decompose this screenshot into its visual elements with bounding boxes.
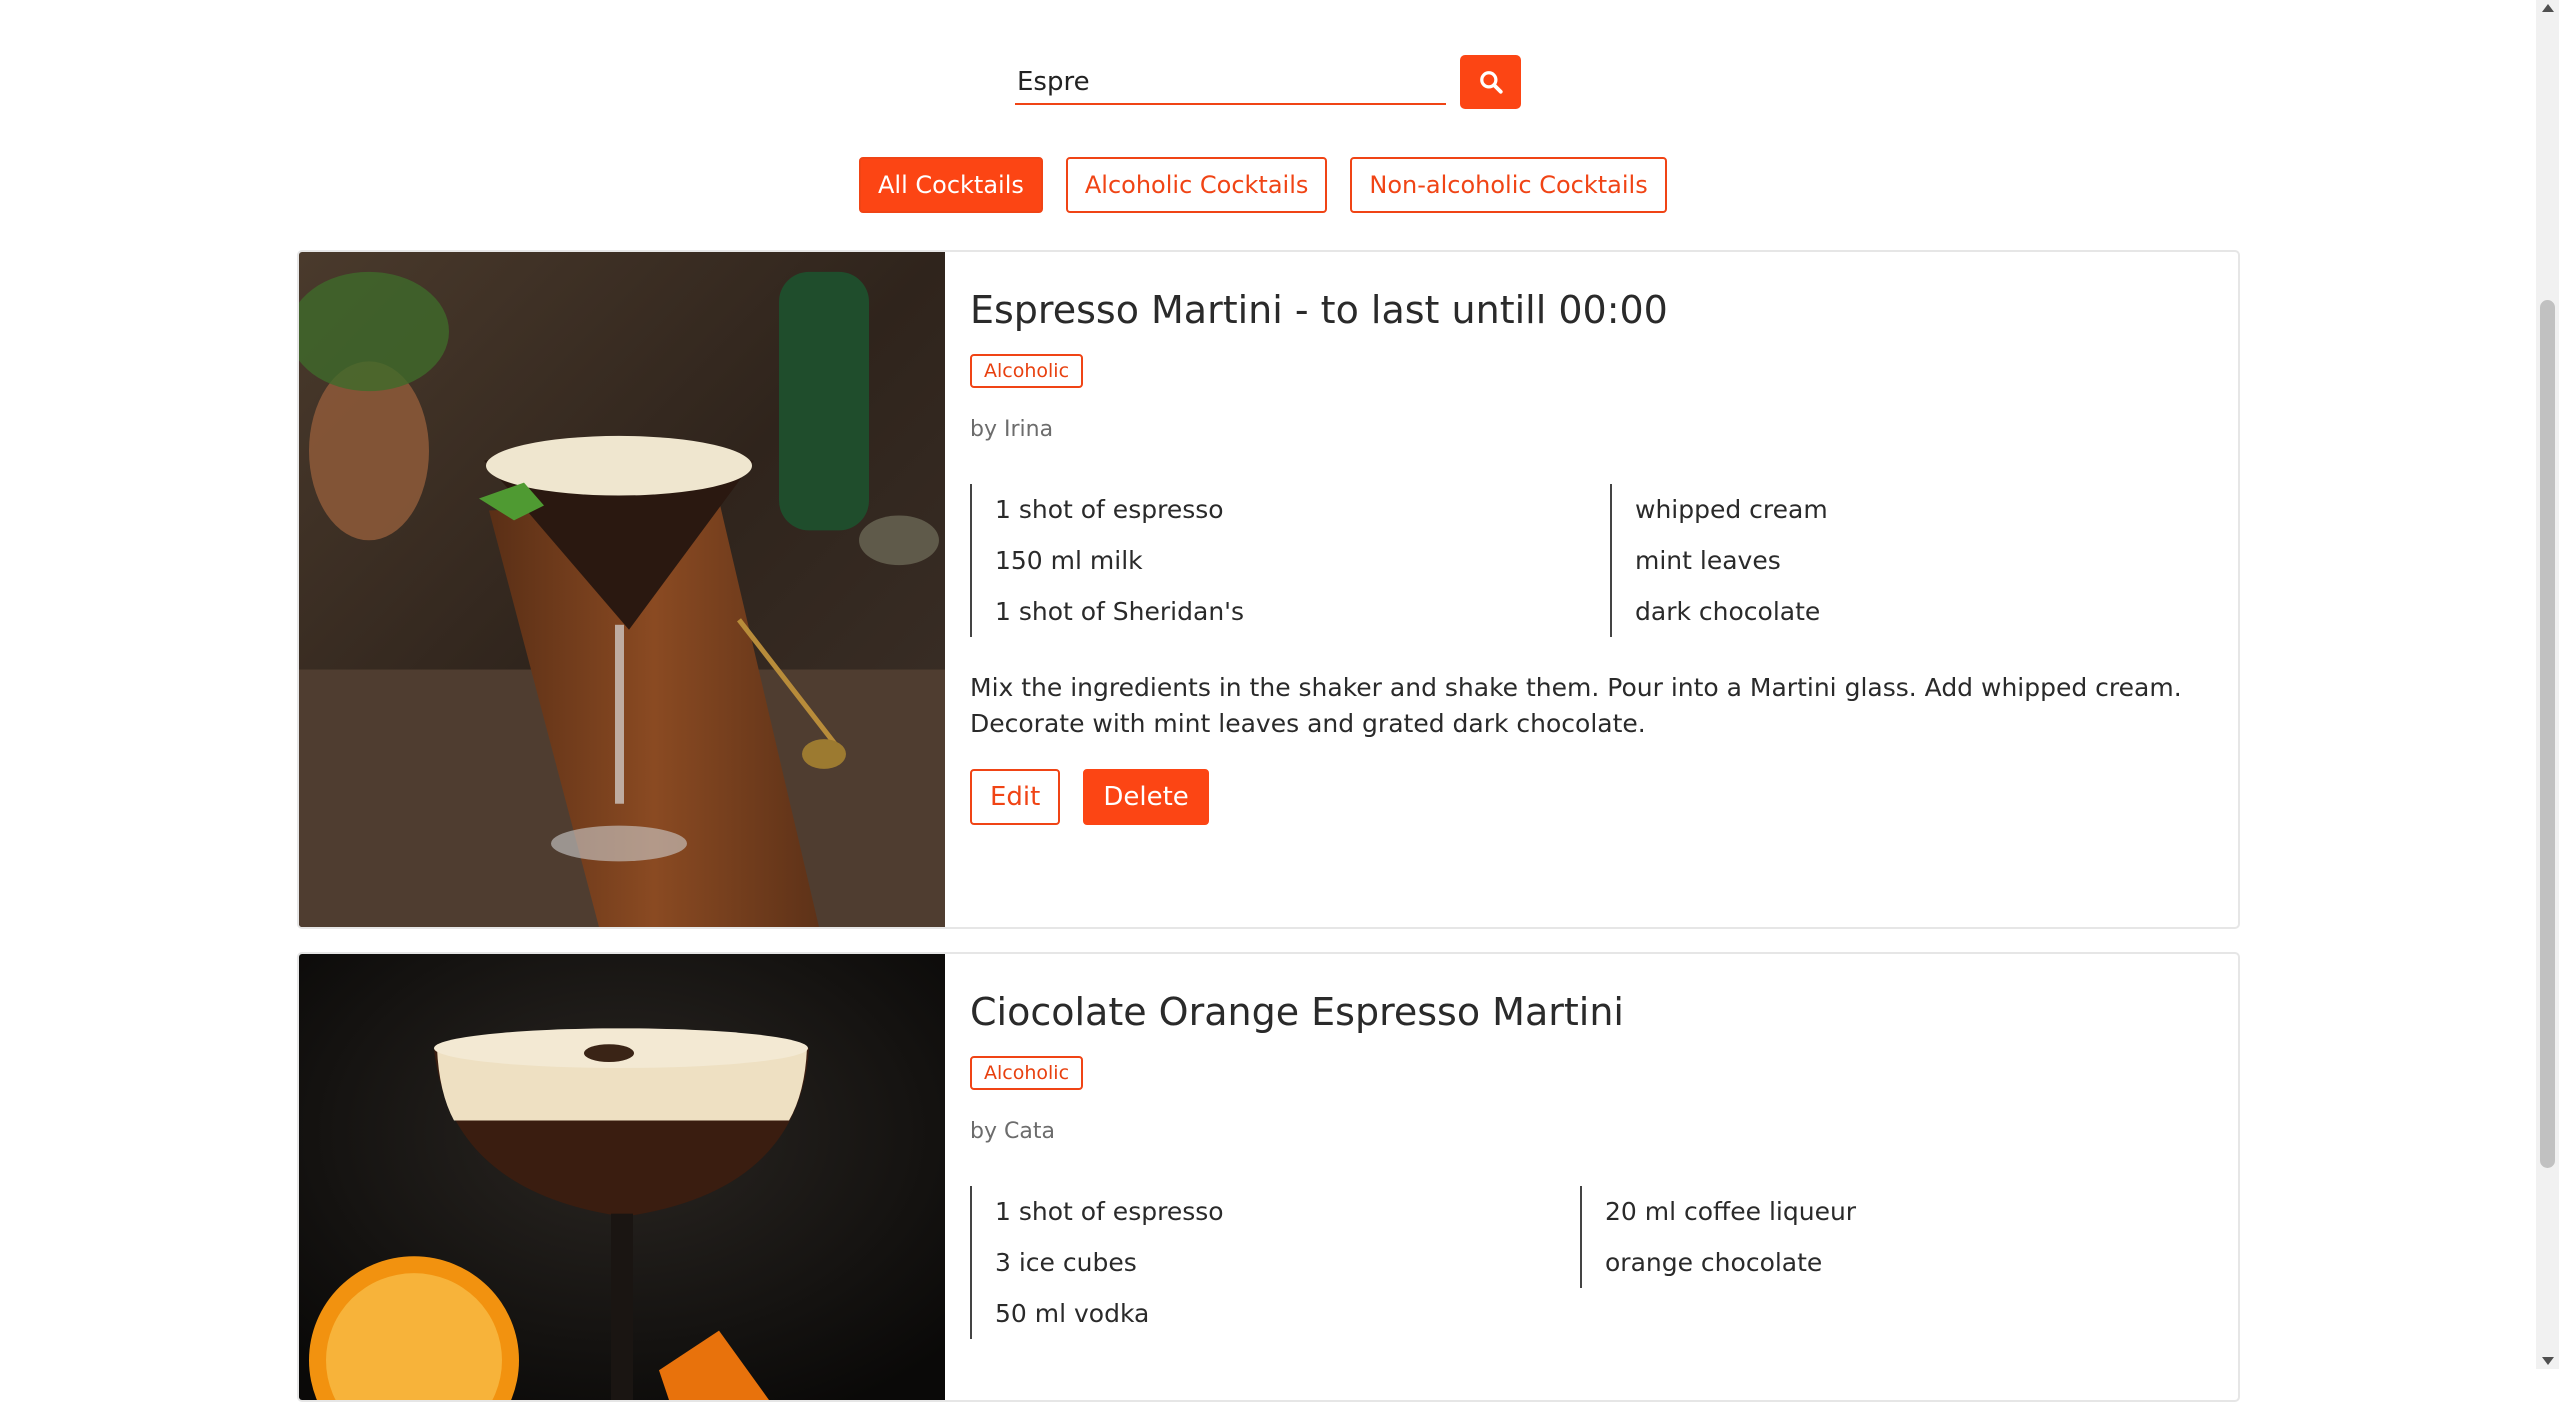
filter-alcoholic-cocktails[interactable]: Alcoholic Cocktails [1065, 157, 1328, 213]
ingredient-item: 1 shot of Sheridan's [995, 597, 1245, 626]
ingredient-item: 150 ml milk [995, 546, 1143, 575]
author: by Cata [970, 1119, 1055, 1144]
cocktail-image [299, 954, 945, 1400]
ingredient-item: 1 shot of espresso [995, 495, 1224, 524]
search-icon [1479, 71, 1503, 94]
scroll-down-arrow-icon[interactable] [2542, 1357, 2554, 1365]
instructions: Mix the ingredients in the shaker and sh… [970, 673, 2182, 738]
ingredients-list: 1 shot of espresso 150 ml milk 1 shot of… [970, 484, 1612, 637]
ingredient-item: 1 shot of espresso [995, 1197, 1224, 1226]
scroll-up-arrow-icon[interactable] [2542, 4, 2554, 12]
category-filters: All Cocktails Alcoholic Cocktails Non-al… [859, 157, 1667, 213]
card-actions: Edit Delete [970, 769, 1209, 825]
delete-button[interactable]: Delete [1083, 769, 1209, 825]
scrollbar-thumb[interactable] [2540, 300, 2555, 1168]
ingredient-item: 20 ml coffee liqueur [1605, 1197, 1857, 1226]
category-badge: Alcoholic [970, 1056, 1084, 1090]
cocktail-card: Espresso Martini - to last untill 00:00 … [297, 250, 2240, 929]
ingredients-list: 20 ml coffee liqueur orange chocolate [1580, 1186, 1856, 1288]
ingredient-item: 3 ice cubes [995, 1248, 1137, 1277]
filter-non-alcoholic-cocktails[interactable]: Non-alcoholic Cocktails [1350, 157, 1667, 213]
ingredient-item: 50 ml vodka [995, 1299, 1150, 1328]
ingredients-list: 1 shot of espresso 3 ice cubes 50 ml vod… [970, 1186, 1580, 1339]
filter-all-cocktails[interactable]: All Cocktails [859, 157, 1043, 213]
ingredient-item: orange chocolate [1605, 1248, 1823, 1277]
ingredients-list: whipped cream mint leaves dark chocolate [1610, 484, 1828, 637]
cocktail-title: Ciocolate Orange Espresso Martini [970, 990, 1624, 1034]
author: by Irina [970, 417, 1054, 442]
ingredient-item: dark chocolate [1635, 597, 1821, 626]
search-bar [1015, 55, 1521, 109]
cocktail-card: Ciocolate Orange Espresso Martini Alcoho… [297, 952, 2240, 1402]
page-scrollbar[interactable] [2536, 0, 2559, 1369]
ingredient-item: mint leaves [1635, 546, 1781, 575]
search-input[interactable] [1015, 61, 1446, 105]
category-badge: Alcoholic [970, 354, 1084, 388]
search-button[interactable] [1460, 55, 1521, 109]
cocktail-title: Espresso Martini - to last untill 00:00 [970, 288, 1668, 332]
edit-button[interactable]: Edit [970, 769, 1061, 825]
cocktail-image [299, 252, 945, 927]
ingredient-item: whipped cream [1635, 495, 1828, 524]
